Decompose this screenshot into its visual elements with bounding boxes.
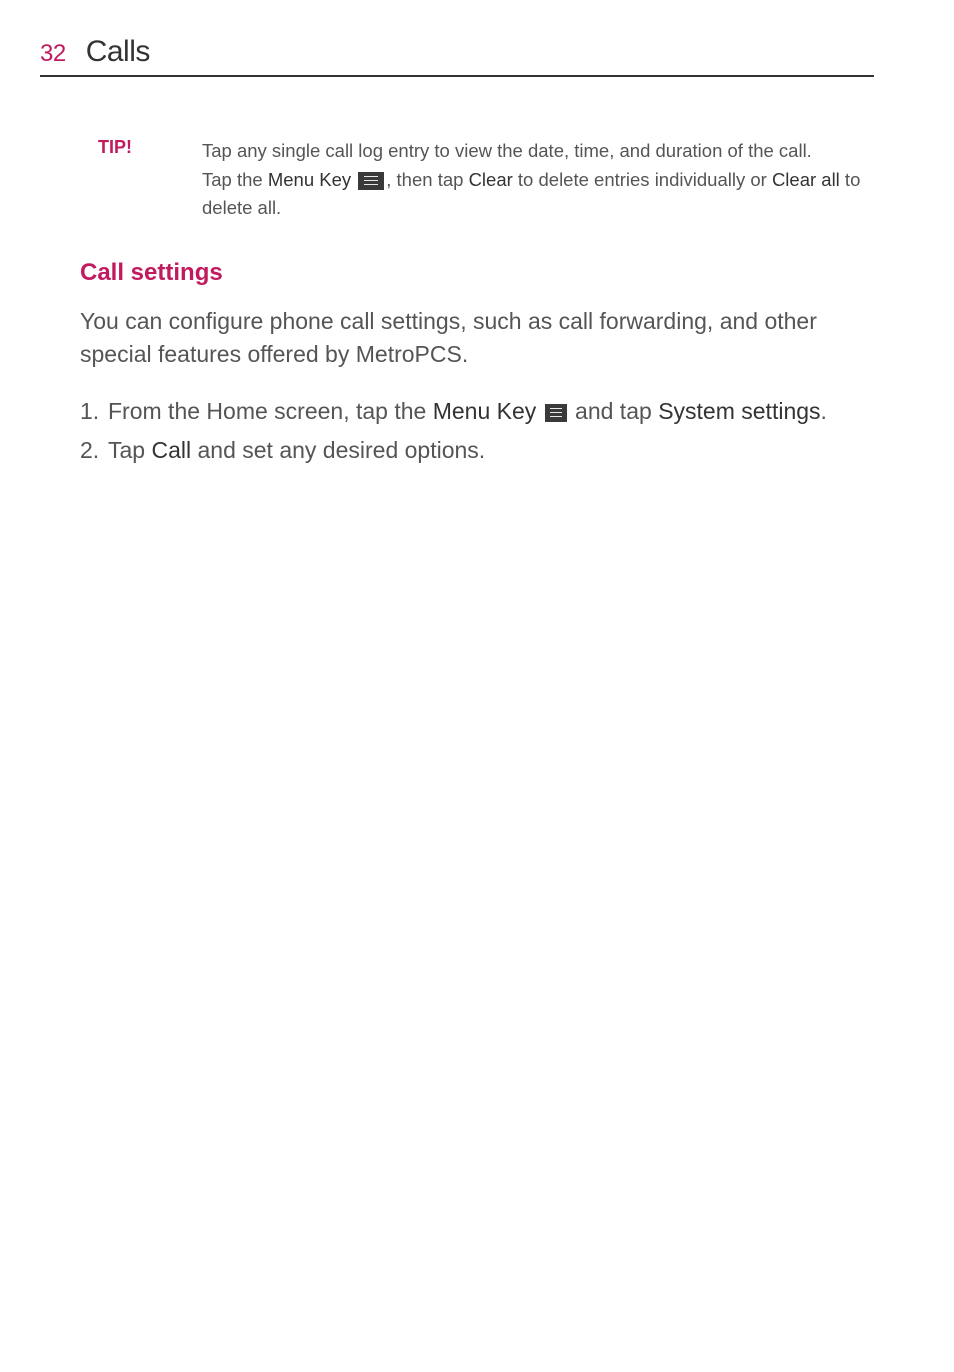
menu-key-icon — [545, 404, 567, 422]
step-1-b: and tap — [569, 398, 659, 424]
step-1-c: . — [821, 398, 827, 424]
tip-line2-a: Tap the — [202, 169, 268, 190]
menu-key-icon — [358, 172, 384, 190]
tip-content: Tap any single call log entry to view th… — [202, 137, 874, 223]
tip-clear-all-text: Clear all — [772, 169, 840, 190]
step-1-a: From the Home screen, tap the — [108, 398, 433, 424]
step-2-b: and set any desired options. — [191, 437, 485, 463]
tip-label: TIP! — [98, 137, 162, 223]
page-number: 32 — [40, 40, 66, 68]
step-1-system-settings: System settings — [658, 398, 820, 424]
tip-line2-b: , then tap — [386, 169, 468, 190]
step-1: 1.From the Home screen, tap the Menu Key… — [80, 392, 874, 431]
step-2-number: 2. — [80, 431, 108, 470]
page-header: 32 Calls — [40, 35, 874, 77]
tip-line2-c: to delete entries individually or — [513, 169, 772, 190]
step-1-number: 1. — [80, 392, 108, 431]
tip-block: TIP! Tap any single call log entry to vi… — [98, 137, 874, 223]
tip-line1: Tap any single call log entry to view th… — [202, 140, 812, 161]
step-2-call: Call — [151, 437, 191, 463]
tip-menu-key-text: Menu Key — [268, 169, 351, 190]
section-heading-call-settings: Call settings — [80, 259, 874, 287]
step-2-a: Tap — [108, 437, 151, 463]
step-1-menu-key: Menu Key — [433, 398, 537, 424]
page-title: Calls — [86, 35, 150, 69]
tip-clear-text: Clear — [469, 169, 513, 190]
section-intro: You can configure phone call settings, s… — [80, 305, 874, 372]
step-2: 2.Tap Call and set any desired options. — [80, 431, 874, 470]
